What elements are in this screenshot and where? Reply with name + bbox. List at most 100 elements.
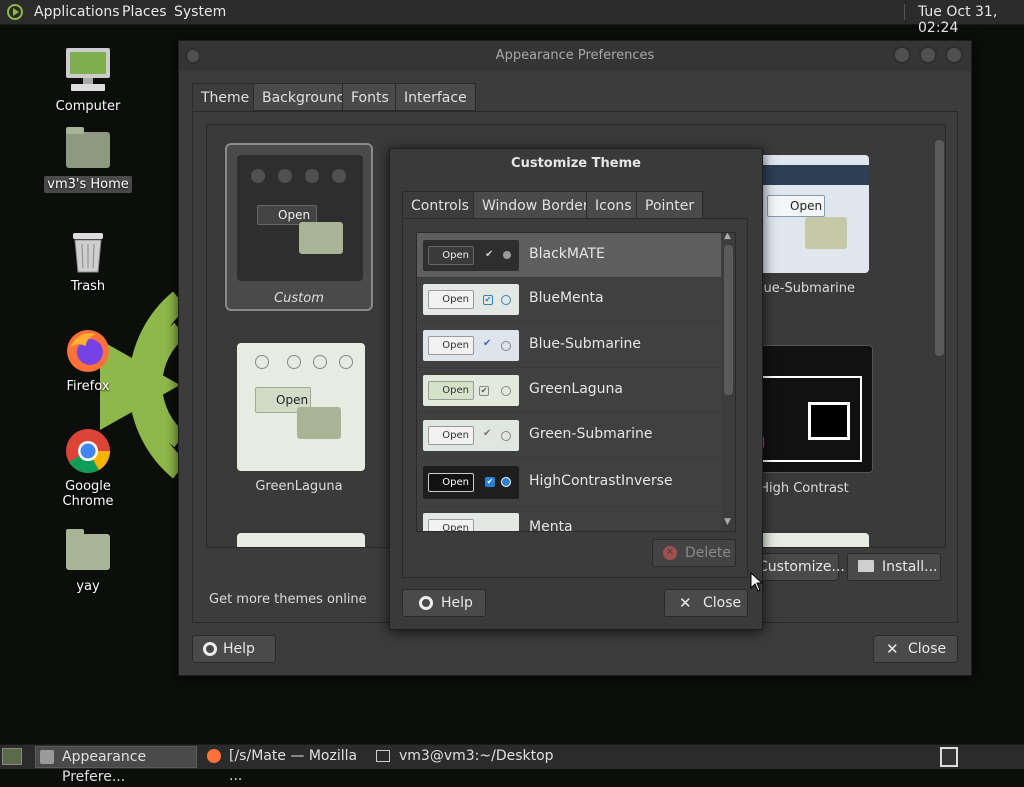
desktop-icon-label: Computer <box>55 99 121 114</box>
close-label: Close <box>908 641 947 657</box>
preview-check-icon: ✔ <box>483 338 492 349</box>
theme-name: BlueMenta <box>529 290 604 306</box>
home-folder-icon <box>66 127 110 168</box>
taskbar-item-label: vm3@vm3:~/Desktop <box>399 748 554 764</box>
maximize-icon[interactable] <box>919 46 937 64</box>
close-icon[interactable] <box>945 46 963 64</box>
theme-preview: Open ✔ <box>423 240 519 271</box>
close-label: Close <box>703 595 742 611</box>
list-item[interactable]: Open ✔ GreenLaguna <box>417 368 721 413</box>
help-icon <box>203 642 217 656</box>
folder-icon <box>66 529 110 570</box>
list-item[interactable]: Open ✔ BlueMenta <box>417 277 721 322</box>
folder-icon <box>299 222 343 254</box>
help-label: Help <box>223 641 255 657</box>
theme-preview: Open <box>423 513 519 531</box>
theme-name: Blue-Submarine <box>529 336 642 352</box>
delete-label: Delete <box>685 545 731 561</box>
window-title: Appearance Preferences <box>495 48 655 63</box>
workspace-switcher[interactable] <box>940 747 958 767</box>
theme-preview: Open ✔ <box>423 284 519 315</box>
bottom-taskbar: Appearance Prefere... [/s/Mate — Mozilla… <box>0 744 1024 785</box>
scroll-down-icon[interactable]: ▼ <box>724 517 731 527</box>
theme-name: Menta <box>529 519 573 532</box>
window-titlebar[interactable]: Appearance Preferences <box>179 41 971 71</box>
help-label: Help <box>441 595 473 611</box>
desktop-icon-home[interactable]: vm3's Home <box>38 127 138 193</box>
theme-preview: Open ✔ <box>423 420 519 451</box>
minimize-icon[interactable] <box>893 46 911 64</box>
tab-interface[interactable]: Interface <box>395 83 476 111</box>
delete-icon: ✕ <box>663 546 677 560</box>
menu-system[interactable]: System <box>174 4 226 20</box>
desktop-icon-yay[interactable]: yay <box>38 529 138 595</box>
menu-places[interactable]: Places <box>122 4 167 20</box>
theme-item-partial[interactable] <box>745 533 869 547</box>
dialog-title[interactable]: Customize Theme <box>390 156 762 171</box>
tab-window-border[interactable]: Window Border <box>473 191 598 219</box>
get-more-themes-link[interactable]: Get more themes online <box>209 592 367 607</box>
preview-radio <box>501 386 511 396</box>
help-icon <box>419 596 433 610</box>
preview-titlebar <box>255 355 353 371</box>
list-item[interactable]: Open ✔ Green-Submarine <box>417 413 721 458</box>
theme-name: HighContrastInverse <box>529 473 673 489</box>
mate-logo-icon[interactable] <box>6 3 24 21</box>
controls-panel: Open ✔ BlackMATE Open ✔ BlueMenta Open ✔ <box>402 218 748 578</box>
taskbar-item-firefox[interactable]: [/s/Mate — Mozilla ... <box>203 746 367 784</box>
scrollbar-thumb[interactable] <box>935 140 944 356</box>
menu-applications[interactable]: Applications <box>34 4 120 20</box>
preview-check-icon: ✔ <box>483 428 492 439</box>
list-item[interactable]: Open ✔ HighContrastInverse <box>417 458 721 507</box>
install-button[interactable]: Install... <box>847 553 941 581</box>
show-desktop-icon[interactable] <box>2 748 22 765</box>
preview-open-button: Open <box>428 473 474 492</box>
tab-icons[interactable]: Icons <box>586 191 641 219</box>
close-icon: ✕ <box>886 640 899 658</box>
desktop-icon-firefox[interactable]: Firefox <box>38 328 138 395</box>
clock[interactable]: Tue Oct 31, 02:24 <box>918 4 1024 36</box>
list-item[interactable]: Open ✔ Blue-Submarine <box>417 323 721 368</box>
preview-open-button: Open <box>428 381 474 400</box>
customize-theme-dialog: Customize Theme Controls Window Border I… <box>389 148 763 630</box>
desktop-icon-trash[interactable]: Trash <box>38 230 138 295</box>
folder-icon <box>805 217 847 249</box>
close-button[interactable]: ✕ Close <box>873 635 958 663</box>
tab-pointer[interactable]: Pointer <box>636 191 704 219</box>
list-scrollbar[interactable]: ▲ ▼ <box>722 233 735 531</box>
tab-fonts[interactable]: Fonts <box>342 83 398 111</box>
dialog-close-button[interactable]: ✕ Close <box>664 589 748 617</box>
desktop-icon-label: Google Chrome <box>62 479 114 509</box>
list-item[interactable]: Open ✔ BlackMATE <box>417 233 721 278</box>
desktop-icon-computer[interactable]: Computer <box>38 46 138 115</box>
scroll-up-icon[interactable]: ▲ <box>724 233 731 241</box>
scrollbar-thumb[interactable] <box>724 245 733 395</box>
preview-checkbox: ✔ <box>483 295 493 305</box>
theme-preview: Open <box>237 155 363 281</box>
tab-theme[interactable]: Theme <box>192 83 259 111</box>
theme-item-custom[interactable]: Open Custom <box>225 143 373 311</box>
list-item[interactable]: Open Menta <box>417 506 721 532</box>
taskbar-item-terminal[interactable]: vm3@vm3:~/Desktop <box>373 746 554 768</box>
theme-item-greenlaguna[interactable]: Open GreenLaguna <box>225 343 373 503</box>
preview-open-button: Open <box>428 336 474 355</box>
install-label: Install... <box>882 559 938 575</box>
help-button[interactable]: Help <box>192 635 276 663</box>
delete-button[interactable]: ✕ Delete <box>652 539 736 567</box>
desktop-icon-chrome[interactable]: Google Chrome <box>38 428 138 510</box>
desktop-icon-label: Firefox <box>66 379 110 394</box>
theme-preview: Open ✔ <box>423 330 519 361</box>
desktop-icon-label: yay <box>76 579 100 594</box>
firefox-icon <box>207 749 221 763</box>
theme-preview: Open ✔ <box>423 466 519 499</box>
theme-item-partial[interactable] <box>237 533 365 547</box>
computer-icon <box>66 48 110 91</box>
preview-open-button: Open <box>767 195 825 217</box>
dialog-help-button[interactable]: Help <box>402 589 486 617</box>
taskbar-item-appearance[interactable]: Appearance Prefere... <box>35 746 197 785</box>
tab-controls[interactable]: Controls <box>402 191 478 219</box>
theme-grid-scrollbar[interactable] <box>933 126 945 546</box>
appearance-icon <box>40 750 54 764</box>
tab-background[interactable]: Background <box>253 83 355 111</box>
preview-titlebar <box>249 167 349 187</box>
